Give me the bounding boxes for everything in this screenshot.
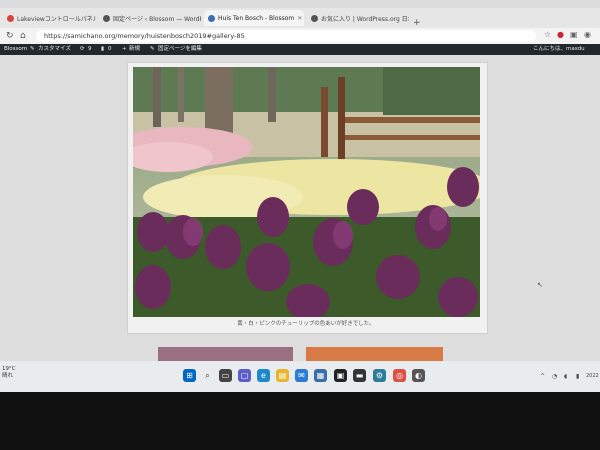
gallery-thumbnail[interactable] xyxy=(158,347,293,361)
tulip-garden-photo[interactable] xyxy=(133,67,480,317)
home-icon[interactable]: ⌂ xyxy=(20,31,26,41)
tab-label: お気に入り | WordPress.org 日本 xyxy=(321,15,409,23)
chat-icon[interactable]: ▢ xyxy=(238,369,251,382)
battery-icon[interactable]: ▮ xyxy=(576,373,579,380)
mail-icon[interactable]: ✉ xyxy=(295,369,308,382)
app-icon-2[interactable]: ◐ xyxy=(412,369,425,382)
edge-icon[interactable]: e xyxy=(257,369,270,382)
tab-label: Lakeviewコントロールパネル xyxy=(17,15,96,23)
tab-label: 固定ページ ‹ Blossom — WordPress xyxy=(113,15,201,23)
wordpress-favicon-icon xyxy=(103,14,110,22)
site-name-link[interactable]: Blossom xyxy=(4,44,27,55)
mouse-cursor-icon: ↖ xyxy=(537,281,543,289)
edit-page-link[interactable]: 固定ページを編集 xyxy=(158,44,202,55)
weather-temperature: 19°C xyxy=(2,366,16,372)
updates-count[interactable]: 9 xyxy=(88,44,92,55)
search-icon[interactable]: ⌕ xyxy=(201,369,214,382)
monitor-bezel xyxy=(0,392,600,450)
refresh-icon[interactable]: ↻ xyxy=(6,31,14,41)
new-link[interactable]: 新規 xyxy=(129,44,140,55)
app-icon[interactable]: ▣ xyxy=(334,369,347,382)
tab-lakeview[interactable]: Lakeviewコントロールパネル ✕ xyxy=(3,10,96,26)
gallery-thumbnail[interactable] xyxy=(306,347,443,361)
collections-icon[interactable]: ▣ xyxy=(570,30,578,39)
weather-condition: 晴れ xyxy=(2,373,14,379)
chevron-up-icon[interactable]: ^ xyxy=(540,373,545,380)
lakeview-favicon-icon xyxy=(7,14,14,22)
task-view-icon[interactable]: ▭ xyxy=(219,369,232,382)
tab-favorites-wordpress-org[interactable]: お気に入り | WordPress.org 日本 ✕ xyxy=(307,10,409,26)
settings-icon[interactable]: ⚙ xyxy=(373,369,386,382)
updates-icon: ⟳ xyxy=(80,46,85,52)
plus-icon: + xyxy=(122,46,127,52)
customize-link[interactable]: カスタマイズ xyxy=(38,44,71,55)
monitor-screen: Lakeviewコントロールパネル ✕ 固定ページ ‹ Blossom — Wo… xyxy=(0,0,600,392)
chrome-icon[interactable]: ◎ xyxy=(393,369,406,382)
close-icon[interactable]: ✕ xyxy=(297,15,302,22)
tab-label: Huis Ten Bosch - Blossom xyxy=(218,14,295,22)
wordpress-admin-bar: Blossom ✎ カスタマイズ ⟳ 9 ▮ 0 + 新規 ✎ 固定ページを編集… xyxy=(0,44,600,55)
terminal-icon[interactable]: ▬ xyxy=(353,369,366,382)
address-bar-row: ↻ ⌂ https://samichano.org/memory/huisten… xyxy=(0,28,600,44)
comments-count[interactable]: 0 xyxy=(108,44,112,55)
url-field[interactable]: https://samichano.org/memory/huistenbosc… xyxy=(36,30,536,42)
extension-icon[interactable]: ● xyxy=(557,30,564,39)
new-tab-button[interactable]: + xyxy=(413,18,421,28)
clock-date[interactable]: 2022 xyxy=(586,373,599,379)
photo-caption: 黄・白・ピンクのチューリップの色あいが好きでした。 xyxy=(237,321,375,327)
volume-icon[interactable]: ◖ xyxy=(564,373,567,380)
network-icon[interactable]: ◔ xyxy=(552,373,557,380)
favorites-star-icon[interactable]: ☆ xyxy=(544,30,551,39)
file-explorer-icon[interactable]: ▤ xyxy=(276,369,289,382)
site-favicon-icon xyxy=(208,14,215,22)
account-greeting[interactable]: こんにちは、masdu xyxy=(533,44,585,55)
weather-widget[interactable]: 19°C 晴れ xyxy=(2,366,16,380)
comments-icon: ▮ xyxy=(101,46,105,52)
pencil-icon: ✎ xyxy=(150,46,155,52)
store-icon[interactable]: ▦ xyxy=(314,369,327,382)
tab-huis-ten-bosch[interactable]: Huis Ten Bosch - Blossom ✕ xyxy=(204,10,304,26)
windows-taskbar: 19°C 晴れ ⊞ ⌕ ▭ ▢ e ▤ ✉ ▦ ▣ ▬ ⚙ ◎ ◐ ^ ◔ ◖ … xyxy=(0,361,600,392)
start-icon[interactable]: ⊞ xyxy=(183,369,196,382)
profile-icon[interactable]: ◉ xyxy=(584,30,591,39)
browser-tab-strip: Lakeviewコントロールパネル ✕ 固定ページ ‹ Blossom — Wo… xyxy=(0,8,600,28)
wordpress-favicon-icon xyxy=(311,14,318,22)
brush-icon: ✎ xyxy=(30,46,35,52)
tab-wordpress-pages[interactable]: 固定ページ ‹ Blossom — WordPress ✕ xyxy=(99,10,201,26)
